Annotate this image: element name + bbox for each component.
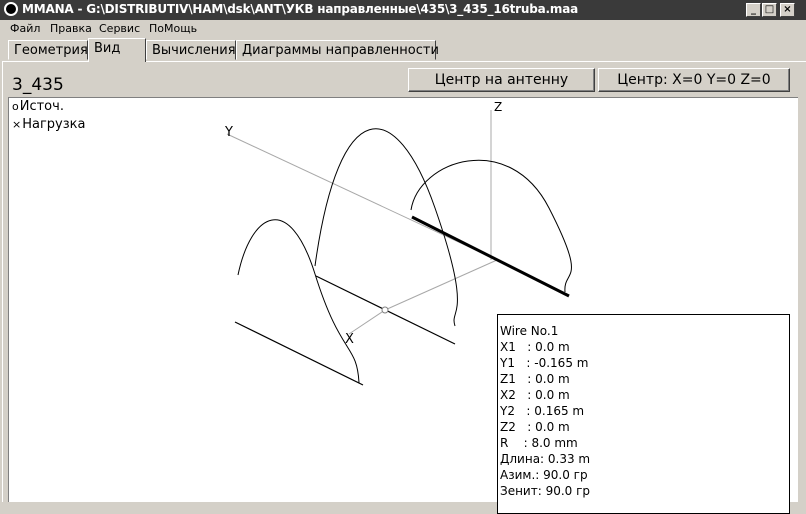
wire-info-row: Y2 : 0.165 m	[500, 404, 585, 418]
wire-info-panel: Wire No.1 X1 : 0.0 m Y1 : -0.165 m Z1 : …	[497, 314, 790, 514]
menu-file[interactable]: Файл	[10, 22, 40, 35]
menu-help[interactable]: ПоМощь	[149, 22, 197, 35]
menu-edit[interactable]: Правка	[50, 22, 92, 35]
title-bar: MMANA - G:\DISTRIBUTIV\HAM\dsk\ANT\УКВ н…	[0, 0, 806, 20]
axis-line-a	[384, 259, 498, 311]
wire-info-row: Зенит: 90.0 гр	[500, 484, 591, 498]
menu-service[interactable]: Сервис	[99, 22, 140, 35]
z-axis-label: Z	[494, 100, 502, 114]
tube-curve-1	[237, 219, 360, 384]
wire-info-row: Y1 : -0.165 m	[500, 356, 589, 370]
app-icon[interactable]	[4, 2, 18, 16]
y-axis-label: Y	[224, 125, 233, 140]
window-title: MMANA - G:\DISTRIBUTIV\HAM\dsk\ANT\УКВ н…	[22, 2, 578, 16]
menu-bar: Файл Правка Сервис ПоМощь	[0, 20, 806, 38]
project-name: 3_435	[12, 75, 64, 95]
wire-info-row: X1 : 0.0 m	[500, 340, 570, 354]
minimize-button[interactable]: _	[746, 3, 761, 17]
wire-info-row: Z1 : 0.0 m	[500, 372, 570, 386]
wire-info-row: Длина: 0.33 m	[500, 452, 591, 466]
wire-info-row: R : 8.0 mm	[500, 436, 578, 450]
wire-info-row: X2 : 0.0 m	[500, 388, 570, 402]
wire-info-row: Z2 : 0.0 m	[500, 420, 570, 434]
restore-button[interactable]: □	[762, 3, 777, 17]
source-point-icon	[381, 306, 389, 314]
center-on-antenna-button[interactable]: Центр на антенну	[408, 68, 595, 92]
tab-patterns[interactable]: Диаграммы направленности	[236, 40, 439, 60]
tab-strip: Геометрия Вид Вычисления Диаграммы напра…	[0, 38, 806, 62]
x-axis-line	[348, 309, 386, 335]
y-axis-line	[226, 133, 498, 261]
close-button[interactable]: ×	[780, 3, 795, 17]
center-coords-button[interactable]: Центр: X=0 Y=0 Z=0	[598, 68, 790, 92]
wire-info-title: Wire No.1	[500, 324, 559, 338]
tab-calculations[interactable]: Вычисления	[146, 40, 236, 60]
tube-curve-2	[314, 128, 458, 327]
tab-geometry[interactable]: Геометрия	[8, 40, 88, 60]
wire-info-row: Азим.: 90.0 гр	[500, 468, 588, 482]
tab-view[interactable]: Вид	[88, 38, 146, 62]
wire-reflector	[234, 321, 364, 386]
